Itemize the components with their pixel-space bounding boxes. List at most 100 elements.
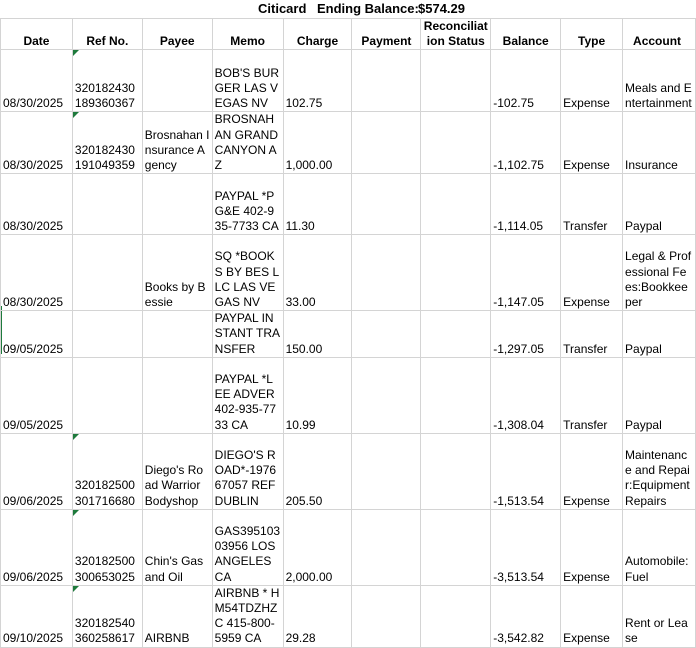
col-header-balance[interactable]: Balance: [490, 17, 562, 51]
cell-payment[interactable]: [351, 584, 422, 648]
cell-charge[interactable]: 11.30: [282, 173, 353, 236]
col-header-ref[interactable]: Ref No.: [71, 17, 143, 51]
table-row[interactable]: 09/05/2025 PAYPAL INSTANT TRANSFER 150.0…: [0, 310, 696, 358]
cell-status[interactable]: [420, 173, 492, 236]
cell-status[interactable]: [420, 584, 492, 648]
cell-type[interactable]: Expense: [560, 508, 624, 586]
cell-payment[interactable]: [351, 356, 422, 434]
cell-account[interactable]: Meals and Entertainment: [622, 49, 696, 113]
cell-memo[interactable]: DIEGO'S ROAD*-197667057 REFDUBLIN: [211, 432, 284, 510]
col-header-memo[interactable]: Memo: [211, 17, 284, 51]
table-row[interactable]: 09/05/2025 PAYPAL *LEE ADVER 402-935-773…: [0, 356, 696, 434]
cell-memo[interactable]: BROSNAHAN GRAND CANYON AZ: [211, 111, 284, 175]
cell-date[interactable]: 09/06/2025: [0, 432, 73, 510]
cell-date[interactable]: 08/30/2025: [0, 49, 73, 113]
cell-status[interactable]: [420, 234, 492, 312]
cell-payment[interactable]: [351, 432, 422, 510]
cell-date[interactable]: 09/05/2025: [0, 310, 73, 358]
cell-status[interactable]: [420, 432, 492, 510]
cell-ref[interactable]: 320182430191049359: [71, 111, 143, 175]
cell-memo[interactable]: AIRBNB * HM54TDZHZC 415-800-5959 CA: [211, 584, 284, 648]
cell-charge[interactable]: 10.99: [282, 356, 353, 434]
table-row[interactable]: 08/30/2025 320182430189360367 BOB'S BURG…: [0, 49, 696, 113]
cell-payee[interactable]: [141, 310, 213, 358]
cell-account[interactable]: Paypal: [622, 356, 696, 434]
cell-ref[interactable]: 320182430189360367: [71, 49, 143, 113]
cell-charge[interactable]: 2,000.00: [282, 508, 353, 586]
cell-ref[interactable]: [71, 356, 143, 434]
table-row[interactable]: 09/06/2025 320182500301716680 Diego's Ro…: [0, 432, 696, 510]
table-row[interactable]: 09/10/2025 320182540360258617 AIRBNB AIR…: [0, 584, 696, 648]
cell-ref[interactable]: [71, 310, 143, 358]
cell-balance[interactable]: -1,102.75: [490, 111, 562, 175]
cell-type[interactable]: Transfer: [560, 356, 624, 434]
cell-charge[interactable]: 33.00: [282, 234, 353, 312]
cell-memo[interactable]: PAYPAL *PG&E 402-935-7733 CA: [211, 173, 284, 236]
cell-type[interactable]: Expense: [560, 584, 624, 648]
cell-memo[interactable]: BOB'S BURGER LAS VEGAS NV: [211, 49, 284, 113]
cell-date[interactable]: 09/10/2025: [0, 584, 73, 648]
cell-account[interactable]: Paypal: [622, 173, 696, 236]
cell-ref[interactable]: [71, 173, 143, 236]
cell-memo[interactable]: GAS39510303956 LOS ANGELES CA: [211, 508, 284, 586]
cell-account[interactable]: Maintenance and Repair:Equipment Repairs: [622, 432, 696, 510]
cell-payee[interactable]: [141, 49, 213, 113]
col-header-date[interactable]: Date: [0, 17, 73, 51]
table-row[interactable]: 08/30/2025 Books by Bessie SQ *BOOKS BY …: [0, 234, 696, 312]
col-header-payee[interactable]: Payee: [141, 17, 213, 51]
cell-payment[interactable]: [351, 310, 422, 358]
cell-account[interactable]: Automobile:Fuel: [622, 508, 696, 586]
cell-date[interactable]: 08/30/2025: [0, 111, 73, 175]
cell-payee[interactable]: Brosnahan Insurance Agency: [141, 111, 213, 175]
cell-payment[interactable]: [351, 49, 422, 113]
cell-balance[interactable]: -3,542.82: [490, 584, 562, 648]
col-header-account[interactable]: Account: [622, 17, 696, 51]
cell-memo[interactable]: PAYPAL *LEE ADVER 402-935-7733 CA: [211, 356, 284, 434]
cell-type[interactable]: Expense: [560, 49, 624, 113]
cell-account[interactable]: Paypal: [622, 310, 696, 358]
table-row[interactable]: 08/30/2025 PAYPAL *PG&E 402-935-7733 CA …: [0, 173, 696, 236]
cell-status[interactable]: [420, 356, 492, 434]
cell-payee[interactable]: [141, 356, 213, 434]
table-row[interactable]: 08/30/2025 320182430191049359 Brosnahan …: [0, 111, 696, 175]
col-header-type[interactable]: Type: [560, 17, 624, 51]
cell-type[interactable]: Transfer: [560, 173, 624, 236]
cell-payee[interactable]: [141, 173, 213, 236]
cell-type[interactable]: Transfer: [560, 310, 624, 358]
cell-payee[interactable]: Chin's Gas and Oil: [141, 508, 213, 586]
cell-status[interactable]: [420, 111, 492, 175]
cell-payment[interactable]: [351, 111, 422, 175]
col-header-status[interactable]: Reconciliation Status: [420, 17, 492, 51]
cell-date[interactable]: 09/05/2025: [0, 356, 73, 434]
cell-status[interactable]: [420, 49, 492, 113]
cell-charge[interactable]: 1,000.00: [282, 111, 353, 175]
col-header-charge[interactable]: Charge: [282, 17, 353, 51]
cell-balance[interactable]: -1,308.04: [490, 356, 562, 434]
cell-date[interactable]: 08/30/2025: [0, 234, 73, 312]
cell-account[interactable]: Rent or Lease: [622, 584, 696, 648]
cell-memo[interactable]: PAYPAL INSTANT TRANSFER: [211, 310, 284, 358]
cell-balance[interactable]: -102.75: [490, 49, 562, 113]
cell-payment[interactable]: [351, 234, 422, 312]
cell-ref[interactable]: 320182500300653025: [71, 508, 143, 586]
cell-type[interactable]: Expense: [560, 234, 624, 312]
cell-date[interactable]: 08/30/2025: [0, 173, 73, 236]
cell-charge[interactable]: 102.75: [282, 49, 353, 113]
cell-payee[interactable]: AIRBNB: [141, 584, 213, 648]
cell-type[interactable]: Expense: [560, 432, 624, 510]
cell-date[interactable]: 09/06/2025: [0, 508, 73, 586]
cell-balance[interactable]: -1,147.05: [490, 234, 562, 312]
col-header-payment[interactable]: Payment: [351, 17, 422, 51]
cell-balance[interactable]: -1,114.05: [490, 173, 562, 236]
cell-ref[interactable]: 320182540360258617: [71, 584, 143, 648]
cell-account[interactable]: Insurance: [622, 111, 696, 175]
cell-balance[interactable]: -3,513.54: [490, 508, 562, 586]
cell-payee[interactable]: Books by Bessie: [141, 234, 213, 312]
cell-status[interactable]: [420, 508, 492, 586]
cell-charge[interactable]: 205.50: [282, 432, 353, 510]
cell-ref[interactable]: [71, 234, 143, 312]
cell-charge[interactable]: 29.28: [282, 584, 353, 648]
table-row[interactable]: 09/06/2025 320182500300653025 Chin's Gas…: [0, 508, 696, 586]
cell-charge[interactable]: 150.00: [282, 310, 353, 358]
cell-type[interactable]: Expense: [560, 111, 624, 175]
